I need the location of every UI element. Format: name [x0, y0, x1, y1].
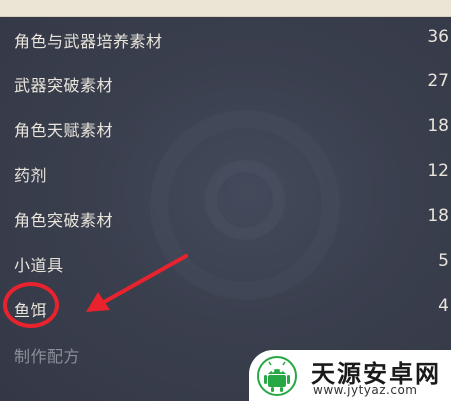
pointer-arrow-annotation: [86, 254, 188, 312]
site-watermark: 天源安卓网 www.jytyaz.com: [249, 350, 451, 401]
android-robot-icon: [257, 356, 297, 396]
crafting-category-panel: 角色与武器培养素材 36 武器突破素材 27 角色天赋素材 18 药剂 12 角…: [0, 0, 451, 401]
watermark-url: www.jytyaz.com: [313, 383, 418, 397]
